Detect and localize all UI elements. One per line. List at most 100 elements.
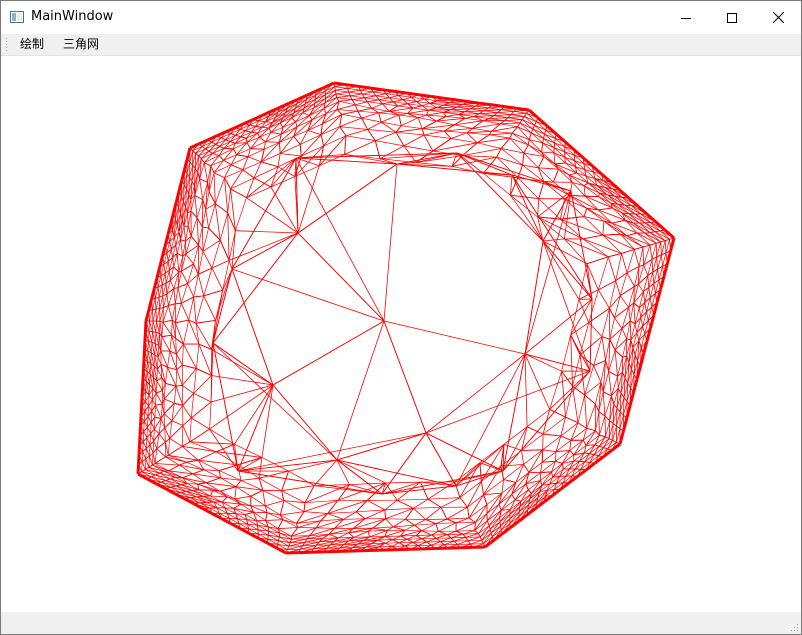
mesh-edge [141,458,147,463]
mesh-edge [425,432,457,487]
mesh-edge [145,330,150,332]
mesh-edge [198,489,213,491]
resize-grip-icon[interactable] [789,622,799,632]
mesh-edge [327,513,344,520]
mesh-edge [280,153,302,157]
menu-item-draw[interactable]: 绘制 [18,36,46,53]
mesh-edge [660,240,666,243]
mesh-edge [265,519,283,521]
mesh-edge [165,442,169,456]
mesh-edge [151,399,153,412]
mesh-edge [153,440,158,449]
mesh-edge [543,138,555,144]
mesh-edge [372,527,388,531]
mesh-edge [374,140,381,159]
mesh-edge [414,524,422,532]
mesh-edge [395,128,423,133]
close-button[interactable] [755,1,801,34]
title-bar[interactable]: MainWindow [1,1,801,34]
mesh-edge [271,131,282,135]
maximize-button[interactable] [709,1,755,34]
mesh-edge [602,221,605,236]
mesh-edge [180,492,197,498]
mesh-edge [626,232,638,236]
mesh-edge [320,126,340,136]
mesh-edge [598,192,600,197]
mesh-edge [455,522,476,532]
mesh-edge [152,331,156,344]
mesh-edge [497,112,512,115]
mesh-edge [607,440,614,450]
mesh-edge [398,542,406,547]
mesh-edge [163,264,166,274]
minimize-button[interactable] [663,1,709,34]
mesh-edge [421,128,425,136]
mesh-edge [593,447,604,455]
mesh-edge [157,286,160,298]
mesh-edge [514,483,527,501]
mesh-edge [355,511,366,520]
mesh-edge [643,244,651,266]
mesh-edge [210,495,228,498]
mesh-edge [534,121,537,126]
mesh-edge [146,444,151,449]
mesh-edge [196,199,204,218]
mesh-edge [155,332,160,346]
mesh-edge [468,494,484,519]
mesh-edge [165,282,168,295]
mesh-edge [357,107,372,112]
mesh-edge [165,383,177,387]
mesh-edge [421,530,439,532]
mesh-edge [413,498,429,509]
mesh-edge [218,470,221,478]
mesh-edge [514,489,529,501]
mesh-edge [303,499,339,512]
mesh-edge [336,459,350,485]
mesh-edge [601,336,606,361]
mesh-edge [181,425,184,447]
mesh-edge [294,165,320,177]
mesh-edge [636,332,640,341]
mesh-edge [202,199,207,210]
mesh-edge [652,272,655,284]
mesh-edge [195,146,203,154]
mesh-edge [339,126,368,130]
mesh-edge [157,357,159,370]
mesh-edge [633,302,636,324]
mesh-edge [532,128,544,139]
mesh-edge [277,519,284,529]
toolbar-grip-icon[interactable] [5,37,8,52]
mesh-edge [314,484,350,486]
mesh-edge [582,234,603,240]
mesh-edge [608,371,612,396]
mesh-edge [182,364,197,369]
mesh-edge [150,422,155,430]
mesh-edge [186,173,188,190]
mesh-edge [149,455,153,466]
mesh-edge [151,410,156,418]
mesh-edge [335,93,351,97]
mesh-edge [389,95,399,99]
mesh-edge [235,134,241,138]
mesh-edge [385,542,393,547]
mesh-edge [603,391,612,397]
minimize-icon [681,17,691,19]
mesh-edge [186,490,193,492]
mesh-edge [611,395,615,405]
mesh-edge [168,303,176,306]
mesh-edge [182,405,192,419]
menu-item-triangulation[interactable]: 三角网 [61,36,101,53]
mesh-edge [540,480,543,486]
mesh-edge [155,321,157,333]
mesh-edge [182,425,191,442]
mesh-edge [294,145,324,177]
mesh-edge [194,195,198,218]
mesh-edge [367,101,383,105]
mesh-edge [142,431,145,442]
mesh-edge [165,367,168,384]
mesh-edge [152,452,156,464]
mesh-edge [209,428,235,445]
mesh-edge [642,326,646,335]
mesh-edge [143,431,148,438]
drawing-canvas[interactable] [1,56,801,611]
